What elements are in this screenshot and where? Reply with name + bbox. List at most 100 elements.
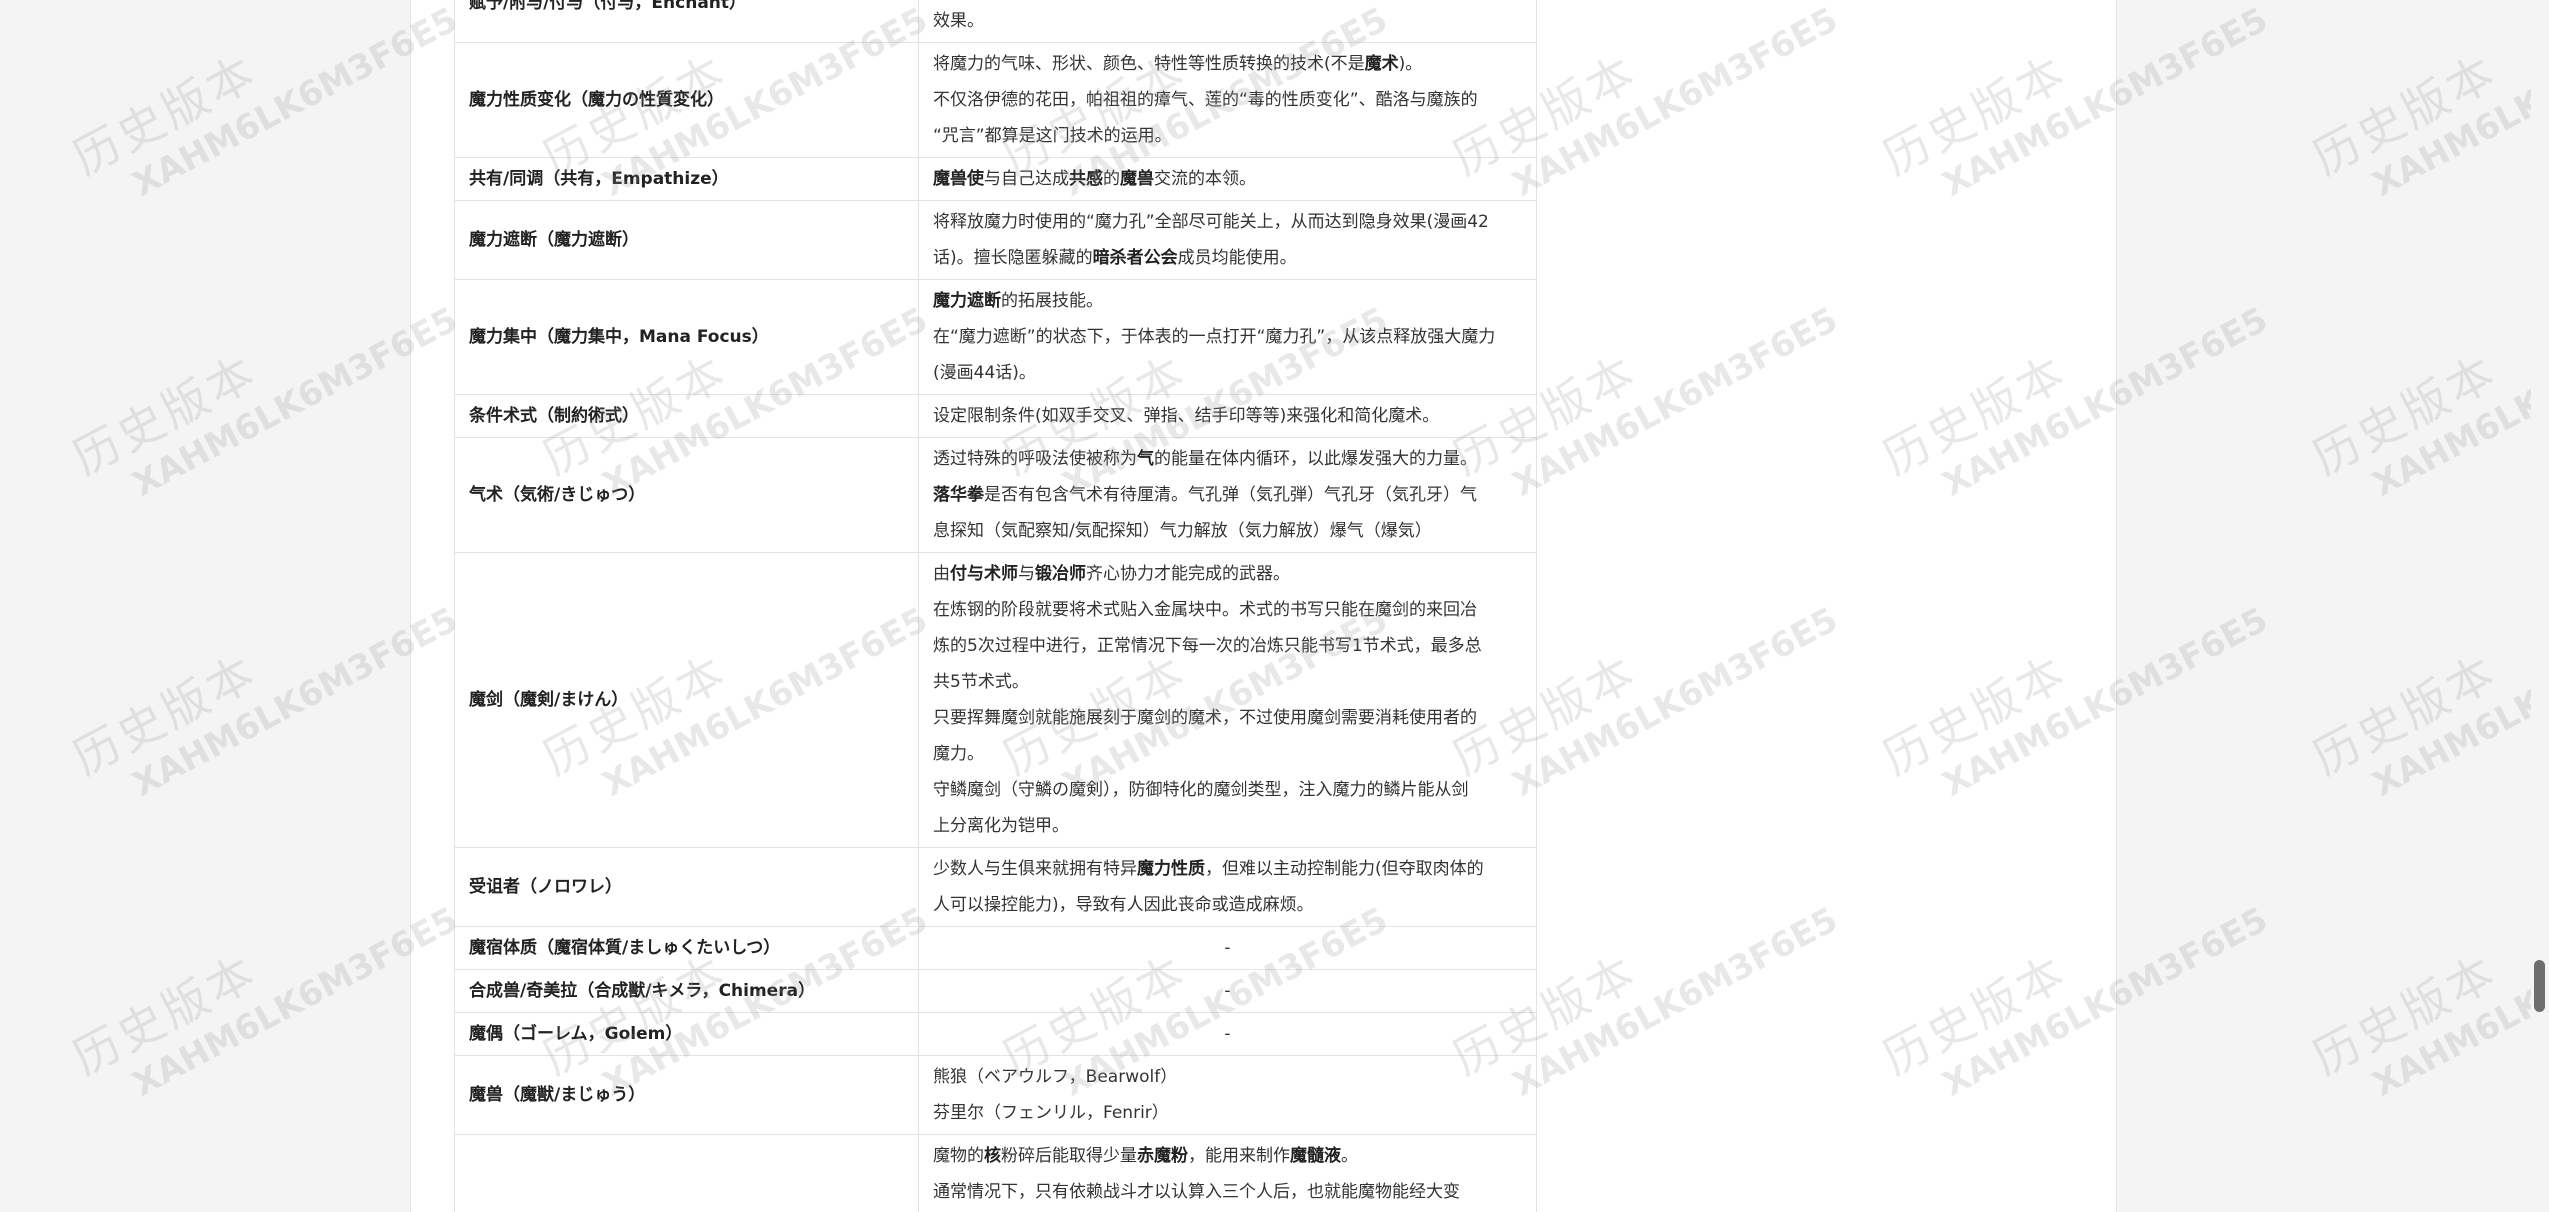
text-run: 魔力。 [933, 744, 984, 764]
watermark: 历史版本 XAHM6LK6M3F6E5 [2300, 0, 2549, 224]
watermark-title: 历史版本 [2304, 644, 2507, 786]
description-cell: 魔物的核粉碎后能取得少量赤魔粉，能用来制作魔髓液。 通常情况下，只有依赖战斗才以认… [918, 1134, 1537, 1212]
bold-link-term[interactable]: 气 [1137, 449, 1154, 469]
description-line: 在炼钢的阶段就要将术式贴入金属块中。术式的书写只能在魔剑的来回冶 [933, 592, 1522, 628]
description-cell: 少数人与生俱来就拥有特异魔力性质，但难以主动控制能力(但夺取肉体的 人可以操控能力… [918, 847, 1537, 927]
text-run: 是否有包含气术有待厘清。气孔弹（気孔弾）气孔牙（気孔牙）气 [984, 485, 1477, 505]
table-row: 条件术式（制約術式） 设定限制条件(如双手交叉、弹指、结手印等等)来强化和简化魔术… [454, 394, 1537, 438]
bold-link-term[interactable]: 魔力性质 [1137, 859, 1205, 879]
text-run: “咒言”都算是这门技术的运用。 [933, 126, 1172, 146]
description-line: 落华拳是否有包含气术有待厘清。气孔弹（気孔弾）气孔牙（気孔牙）气 [933, 477, 1522, 513]
bold-link-term[interactable]: 暗杀者公会 [1093, 248, 1178, 268]
description-line: 守鳞魔剑（守鱗の魔剣），防御特化的魔剑类型，注入魔力的鳞片能从剑 [933, 772, 1522, 808]
watermark: 历史版本 XAHM6LK6M3F6E5 [2300, 842, 2549, 1124]
table-row: 气术（気術/きじゅつ） 透过特殊的呼吸法使被称为气的能量在体内循环，以此爆发强大的… [454, 437, 1537, 553]
bold-link-term[interactable]: 锻冶师 [1035, 564, 1086, 584]
bold-link-term[interactable]: 魔髓液 [1290, 1146, 1341, 1166]
bold-link-term[interactable]: 赤魔粉 [1137, 1146, 1188, 1166]
description-line: 炼的5次过程中进行，正常情况下每一次的冶炼只能书写1节术式，最多总 [933, 628, 1522, 664]
glossary-table-body: 赋予/附与/付与（付与，Enchant）能将术式以魔髓液写到武器上，制作魔髓液镀… [454, 0, 1537, 1212]
watermark-title: 历史版本 [64, 644, 267, 786]
text-run: 只要挥舞魔剑就能施展刻于魔剑的魔术，不过使用魔剑需要消耗使用者的 [933, 708, 1477, 728]
watermark: 历史版本 XAHM6LK6M3F6E5 [60, 0, 464, 224]
empty-dash: - [1224, 981, 1231, 1001]
bold-link-term[interactable]: 魔术 [1365, 54, 1399, 74]
watermark-title: 历史版本 [2304, 344, 2507, 486]
bold-link-term[interactable]: 魔力遮断 [933, 291, 1001, 311]
table-row: 受诅者（ノロワレ） 少数人与生俱来就拥有特异魔力性质，但难以主动控制能力(但夺取肉… [454, 847, 1537, 927]
description-line: 效果。 [933, 3, 1522, 39]
text-run: 在“魔力遮断”的状态下，于体表的一点打开“魔力孔”，从该点释放强大魔力 [933, 327, 1496, 347]
description-line: 将魔力的气味、形状、颜色、特性等性质转换的技术(不是魔术)。 [933, 46, 1522, 82]
description-line: 魔兽使与自己达成共感的魔兽交流的本领。 [933, 161, 1522, 197]
text-run: (漫画44话)。 [933, 363, 1036, 383]
bold-link-term[interactable]: 付与术师 [950, 564, 1018, 584]
text-run: 炼的5次过程中进行，正常情况下每一次的冶炼只能书写1节术式，最多总 [933, 636, 1482, 656]
term-cell: 合成兽/奇美拉（合成獣/キメラ，Chimera） [454, 969, 919, 1013]
term-cell: 魔力性质变化（魔力の性質変化） [454, 42, 919, 158]
text-run: 守鳞魔剑（守鱗の魔剣），防御特化的魔剑类型，注入魔力的鳞片能从剑 [933, 780, 1469, 800]
bold-link-term[interactable]: 落华拳 [933, 485, 984, 505]
table-row: 魔宿体质（魔宿体質/ましゅくたいしつ） - [454, 926, 1537, 970]
empty-dash: - [1224, 938, 1231, 958]
description-line: 魔力。 [933, 736, 1522, 772]
term-cell: 魔力集中（魔力集中，Mana Focus） [454, 279, 919, 395]
text-run: 设定限制条件(如双手交叉、弹指、结手印等等)来强化和简化魔术。 [933, 406, 1440, 426]
scrollbar-thumb[interactable] [2534, 960, 2545, 1012]
description-line: 魔力遮断的拓展技能。 [933, 283, 1522, 319]
description-line: 将释放魔力时使用的“魔力孔”全部尽可能关上，从而达到隐身效果(漫画42 [933, 204, 1522, 240]
watermark: 历史版本 XAHM6LK6M3F6E5 [60, 842, 464, 1124]
watermark-code: XAHM6LK6M3F6E5 [2366, 299, 2549, 505]
page-content: 赋予/附与/付与（付与，Enchant）能将术式以魔髓液写到武器上，制作魔髓液镀… [410, 0, 2117, 1212]
text-run: 由 [933, 564, 950, 584]
text-run: 的 [1103, 169, 1120, 189]
description-cell: 魔兽使与自己达成共感的魔兽交流的本领。 [918, 157, 1537, 201]
watermark-title: 历史版本 [64, 344, 267, 486]
description-line: 不仅洛伊德的花田，帕祖祖的瘴气、莲的“毒的性质变化”、酷洛与魔族的 [933, 82, 1522, 118]
bold-link-term[interactable]: 魔兽使 [933, 169, 984, 189]
vertical-scrollbar[interactable] [2531, 0, 2549, 1212]
description-line: 息探知（気配察知/気配探知）气力解放（気力解放）爆气（爆気） [933, 513, 1522, 549]
table-row: 共有/同调（共有，Empathize） 魔兽使与自己达成共感的魔兽交流的本领。 [454, 157, 1537, 201]
text-run: ，能用来制作 [1188, 1146, 1290, 1166]
text-run: 魔物的 [933, 1146, 984, 1166]
watermark-title: 历史版本 [64, 944, 267, 1086]
description-cell: 设定限制条件(如双手交叉、弹指、结手印等等)来强化和简化魔术。 [918, 394, 1537, 438]
text-run: 息探知（気配察知/気配探知）气力解放（気力解放）爆气（爆気） [933, 521, 1432, 541]
watermark-title: 历史版本 [2304, 944, 2507, 1086]
text-run: )。 [1398, 54, 1423, 74]
term-cell: 受诅者（ノロワレ） [454, 847, 919, 927]
description-cell: 将魔力的气味、形状、颜色、特性等性质转换的技术(不是魔术)。不仅洛伊德的花田，帕… [918, 42, 1537, 158]
text-run: 人可以操控能力)，导致有人因此丧命或造成麻烦。 [933, 895, 1314, 915]
description-line: 透过特殊的呼吸法使被称为气的能量在体内循环，以此爆发强大的力量。 [933, 441, 1522, 477]
description-line: 人可以操控能力)，导致有人因此丧命或造成麻烦。 [933, 887, 1522, 923]
text-run: 在炼钢的阶段就要将术式贴入金属块中。术式的书写只能在魔剑的来回冶 [933, 600, 1477, 620]
table-row: 魔力性质变化（魔力の性質変化） 将魔力的气味、形状、颜色、特性等性质转换的技术(不… [454, 42, 1537, 158]
description-line: 熊狼（ベアウルフ，Bearwolf） [933, 1059, 1522, 1095]
glossary-table-wrap: 赋予/附与/付与（付与，Enchant）能将术式以魔髓液写到武器上，制作魔髓液镀… [454, 0, 1537, 1212]
description-cell: 魔力遮断的拓展技能。在“魔力遮断”的状态下，于体表的一点打开“魔力孔”，从该点释… [918, 279, 1537, 395]
description-cell: 能将术式以魔髓液写到武器上，制作魔髓液镀层的技术，达到强化武器的效果。 [918, 0, 1537, 43]
watermark: 历史版本 XAHM6LK6M3F6E5 [60, 242, 464, 524]
text-run: 通常情况下，只有依赖战斗才以认算入三个人后，也就能魔物能经大变 [933, 1182, 1460, 1202]
text-run: 将魔力的气味、形状、颜色、特性等性质转换的技术(不是 [933, 54, 1365, 74]
table-row: 魔兽（魔獣/まじゅう） 熊狼（ベアウルフ，Bearwolf） 芬里尔（フェンリル，F… [454, 1055, 1537, 1135]
table-row: 魔力集中（魔力集中，Mana Focus） 魔力遮断的拓展技能。 在“魔力遮断”的状… [454, 279, 1537, 395]
description-cell: 将释放魔力时使用的“魔力孔”全部尽可能关上，从而达到隐身效果(漫画42 话)。擅长… [918, 200, 1537, 280]
text-run: 的拓展技能。 [1001, 291, 1103, 311]
description-line: 话)。擅长隐匿躲藏的暗杀者公会成员均能使用。 [933, 240, 1522, 276]
term-cell: 魔宿体质（魔宿体質/ましゅくたいしつ） [454, 926, 919, 970]
description-line: 上分离化为铠甲。 [933, 808, 1522, 844]
table-row: 赋予/附与/付与（付与，Enchant）能将术式以魔髓液写到武器上，制作魔髓液镀… [454, 0, 1537, 43]
table-row: 魔物的核粉碎后能取得少量赤魔粉，能用来制作魔髓液。 通常情况下，只有依赖战斗才以认… [454, 1134, 1537, 1212]
table-row: 魔力遮断（魔力遮断） 将释放魔力时使用的“魔力孔”全部尽可能关上，从而达到隐身效果… [454, 200, 1537, 280]
bold-link-term[interactable]: 魔兽 [1120, 169, 1154, 189]
watermark-title: 历史版本 [2304, 44, 2507, 186]
bold-link-term[interactable]: 核 [984, 1146, 1001, 1166]
text-run: ，但难以主动控制能力(但夺取肉体的 [1205, 859, 1484, 879]
description-cell: 熊狼（ベアウルフ，Bearwolf） 芬里尔（フェンリル，Fenrir） [918, 1055, 1537, 1135]
text-run: 不仅洛伊德的花田，帕祖祖的瘴气、莲的“毒的性质变化”、酷洛与魔族的 [933, 90, 1478, 110]
term-cell: 共有/同调（共有，Empathize） [454, 157, 919, 201]
description-line: 能将术式以魔髓液写到武器上，制作魔髓液镀层的技术，达到强化武器的 [933, 0, 1522, 3]
bold-link-term[interactable]: 共感 [1069, 169, 1103, 189]
